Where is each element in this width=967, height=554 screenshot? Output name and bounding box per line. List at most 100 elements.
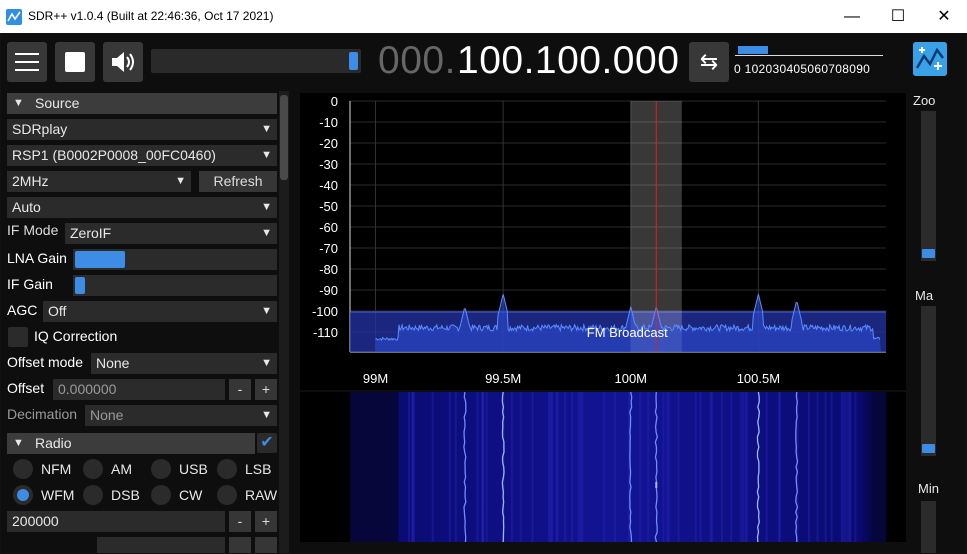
volume-slider[interactable] (151, 49, 361, 73)
dropdown-arrow-icon: ▼ (261, 201, 272, 213)
lna-gain-label: LNA Gain (7, 250, 67, 266)
waterfall-edge-left (350, 392, 399, 542)
zoom-slider-handle[interactable] (922, 249, 935, 258)
close-button[interactable]: ✕ (921, 0, 967, 33)
next-decrement-button[interactable] (229, 537, 251, 553)
mode-label-raw: RAW (245, 487, 278, 503)
agc-label: AGC (7, 302, 38, 318)
radio-bandwidth-input[interactable]: 200000 (7, 511, 225, 532)
waterfall-plot[interactable] (300, 392, 906, 542)
mode-radio-nfm[interactable] (13, 459, 33, 479)
checkmark-icon: ✔ (260, 434, 274, 451)
mode-radio-cw[interactable] (151, 485, 171, 505)
zoom-slider[interactable] (921, 111, 936, 261)
if-gain-slider[interactable] (73, 275, 277, 296)
mode-radio-lsb[interactable] (217, 459, 237, 479)
mode-radio-am[interactable] (83, 459, 103, 479)
fft-plot[interactable]: 0 -10 -20 -30 -40 -50 -60 -70 -80 -90 -100 -110 99M 9… (300, 93, 906, 390)
y-tick-label: -60 (319, 220, 338, 235)
offset-decrement-button[interactable]: - (229, 379, 251, 400)
refresh-button[interactable]: Refresh (199, 171, 277, 192)
mode-radio-wfm[interactable] (13, 485, 33, 505)
y-tick-label: -20 (319, 136, 338, 151)
fft-spectrum-view[interactable]: 0 -10 -20 -30 -40 -50 -60 -70 -80 -90 -100 -110 99M 9… (300, 93, 906, 390)
min-db-slider[interactable] (921, 501, 936, 553)
dropdown-arrow-icon: ▼ (261, 227, 272, 239)
next-setting-row[interactable] (97, 537, 225, 553)
iq-correction-label: IQ Correction (34, 328, 118, 344)
menu-button[interactable] (7, 42, 47, 82)
mode-label-cw: CW (179, 487, 203, 503)
max-db-slider[interactable] (921, 306, 936, 456)
mode-label-lsb: LSB (245, 461, 272, 477)
source-device-select[interactable]: SDRplay ▼ (7, 119, 277, 140)
sidebar-scroll-thumb[interactable] (280, 95, 288, 180)
decimation-select[interactable]: None ▼ (85, 405, 277, 426)
max-label: Ma (915, 288, 934, 303)
next-increment-button[interactable] (255, 537, 277, 553)
y-tick-label: 0 (331, 94, 338, 109)
snr-meter-fill (738, 46, 768, 54)
y-tick-label: -50 (319, 199, 338, 214)
sdrpp-logo-icon (913, 42, 947, 76)
mode-radio-raw[interactable] (217, 485, 237, 505)
snr-meter-axis (735, 55, 883, 58)
dropdown-arrow-icon: ▼ (261, 357, 272, 369)
if-mode-label: IF Mode (7, 222, 59, 238)
waterfall-background (350, 392, 886, 542)
y-tick-label: -40 (319, 178, 338, 193)
y-tick-label: -90 (319, 283, 338, 298)
y-tick-label: -80 (319, 262, 338, 277)
antenna-select[interactable]: Auto ▼ (7, 197, 277, 218)
maximize-button[interactable]: ☐ (875, 0, 921, 33)
lna-gain-slider-fill[interactable] (75, 251, 125, 268)
radio-bandwidth-increment-button[interactable]: + (255, 511, 277, 532)
offset-increment-button[interactable]: + (255, 379, 277, 400)
title-bar: SDR++ v1.0.4 (Built at 22:46:36, Oct 17 … (0, 0, 967, 33)
radio-section-header[interactable]: ▼ Radio (7, 433, 255, 454)
stop-button[interactable] (55, 42, 95, 82)
volume-slider-handle[interactable] (349, 52, 358, 70)
dropdown-arrow-icon: ▼ (261, 409, 272, 421)
y-tick-label: -70 (319, 241, 338, 256)
band-plan-label: FM Broadcast (587, 325, 668, 340)
x-tick-label: 100M (614, 371, 647, 386)
sdrpp-app-icon (6, 9, 22, 25)
y-tick-label: -100 (312, 304, 338, 319)
if-gain-slider-fill[interactable] (75, 277, 85, 294)
sdrpp-logo[interactable] (913, 42, 947, 76)
waterfall-view[interactable] (300, 392, 906, 542)
minimize-button[interactable]: — (829, 0, 875, 33)
offset-mode-select[interactable]: None ▼ (91, 353, 277, 374)
frequency-display[interactable]: 100.100.000 (457, 39, 679, 83)
waterfall-blip (655, 482, 658, 488)
x-tick-label: 99M (363, 371, 388, 386)
x-tick-label: 99.5M (485, 371, 521, 386)
stop-icon (65, 52, 85, 72)
radio-bandwidth-decrement-button[interactable]: - (229, 511, 251, 532)
frequency-leading-digits[interactable]: 000. (378, 39, 456, 83)
bandwidth-select[interactable]: 2MHz ▼ (7, 171, 191, 192)
iq-correction-checkbox[interactable] (8, 327, 28, 347)
radio-enable-checkbox[interactable]: ✔ (257, 433, 277, 453)
left-sidebar: ▼ Source SDRplay ▼ RSP1 (B0002P0008_00FC0… (1, 91, 291, 553)
tuning-mode-button[interactable]: ⇆ (689, 42, 729, 82)
mode-label-usb: USB (179, 461, 208, 477)
window-title: SDR++ v1.0.4 (Built at 22:46:36, Oct 17 … (28, 9, 274, 23)
source-section-header[interactable]: ▼ Source (7, 93, 277, 114)
device-serial-select[interactable]: RSP1 (B0002P0008_00FC0460) ▼ (7, 145, 277, 166)
dropdown-arrow-icon: ▼ (261, 305, 272, 317)
mute-button[interactable] (103, 42, 143, 82)
mode-radio-dsb[interactable] (83, 485, 103, 505)
mode-label-am: AM (111, 461, 132, 477)
max-db-slider-handle[interactable] (922, 444, 935, 453)
agc-select[interactable]: Off ▼ (43, 301, 277, 322)
y-tick-label: -30 (319, 157, 338, 172)
lna-gain-slider[interactable] (73, 249, 277, 270)
y-tick-label: -110 (313, 325, 338, 340)
decimation-label: Decimation (7, 406, 78, 422)
offset-input[interactable]: 0.000000 (53, 379, 225, 400)
mode-radio-usb[interactable] (151, 459, 171, 479)
if-mode-select[interactable]: ZeroIF ▼ (65, 223, 277, 244)
mode-label-nfm: NFM (41, 461, 72, 477)
